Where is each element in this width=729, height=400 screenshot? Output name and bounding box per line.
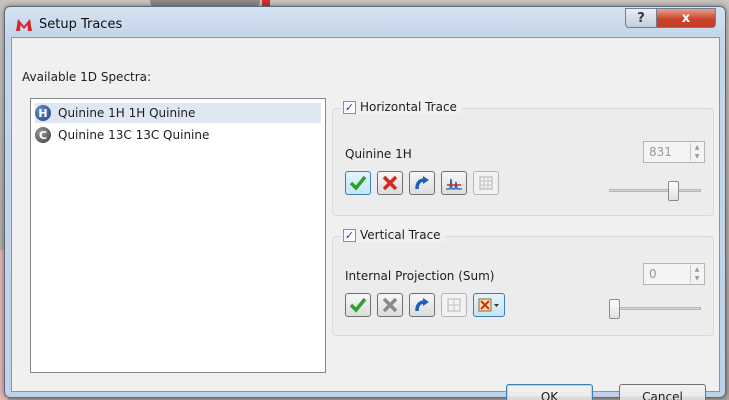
help-button[interactable]: ? xyxy=(625,8,657,28)
split-grid-icon xyxy=(447,298,461,312)
title-bar[interactable]: Setup Traces ? x xyxy=(5,7,725,37)
curved-arrow-icon xyxy=(415,176,429,190)
list-item[interactable]: H Quinine 1H 1H Quinine xyxy=(35,103,321,123)
close-icon: x xyxy=(681,10,691,26)
remove-trace-button[interactable] xyxy=(377,171,403,195)
ok-label: OK xyxy=(540,389,559,400)
horizontal-slider-track[interactable] xyxy=(609,189,701,192)
vertical-slider-handle[interactable] xyxy=(609,299,620,319)
spin-arrows[interactable]: ▲ ▼ xyxy=(690,143,703,161)
mnova-app-icon xyxy=(16,19,32,31)
vertical-trace-checkbox[interactable]: ✓ xyxy=(343,228,356,242)
projection-grid-icon xyxy=(478,298,499,312)
help-icon: ? xyxy=(637,10,645,26)
horizontal-trace-header: ✓ Horizontal Trace xyxy=(341,100,461,114)
ok-button[interactable]: OK xyxy=(506,384,593,400)
trace-split-button[interactable] xyxy=(441,293,467,317)
list-item-label: Quinine 1H 1H Quinine xyxy=(58,106,196,120)
vertical-trace-header: ✓ Vertical Trace xyxy=(341,228,445,242)
horizontal-trace-title: Horizontal Trace xyxy=(360,100,457,114)
available-spectra-label: Available 1D Spectra: xyxy=(22,70,152,84)
vertical-trace-group: ✓ Vertical Trace Internal Projection (Su… xyxy=(332,228,714,336)
spin-up-icon[interactable]: ▲ xyxy=(691,143,703,152)
spin-down-icon[interactable]: ▼ xyxy=(691,274,703,283)
vertical-trace-title: Vertical Trace xyxy=(360,228,441,242)
cancel-label: Cancel xyxy=(642,389,683,400)
window-title: Setup Traces xyxy=(39,17,123,32)
trace-peaks-button[interactable] xyxy=(441,171,467,195)
horizontal-slider-handle[interactable] xyxy=(668,181,680,201)
dialog-body: Available 1D Spectra: H Quinine 1H 1H Qu… xyxy=(11,37,720,400)
spin-arrows[interactable]: ▲ ▼ xyxy=(690,265,703,283)
vertical-slider-track[interactable] xyxy=(609,307,701,310)
list-item-label: Quinine 13C 13C Quinine xyxy=(58,128,210,142)
grid-settings-icon xyxy=(479,176,493,190)
remove-trace-button[interactable] xyxy=(377,293,403,317)
horizontal-trace-checkbox[interactable]: ✓ xyxy=(343,100,356,114)
spectra-list[interactable]: H Quinine 1H 1H Quinine C Quinine 13C 13… xyxy=(30,98,326,373)
accept-trace-button[interactable] xyxy=(345,293,371,317)
curved-arrow-icon xyxy=(415,298,429,312)
spin-down-icon[interactable]: ▼ xyxy=(691,152,703,161)
horizontal-point-value: 831 xyxy=(649,145,672,159)
vertical-point-spinbox[interactable]: 0 ▲ ▼ xyxy=(643,263,705,285)
horizontal-point-spinbox[interactable]: 831 ▲ ▼ xyxy=(643,141,705,163)
proton-spectrum-icon: H xyxy=(35,105,51,121)
trace-options-button[interactable] xyxy=(473,171,499,195)
redo-trace-button[interactable] xyxy=(409,293,435,317)
close-button[interactable]: x xyxy=(656,8,716,28)
projection-dropdown-button[interactable] xyxy=(473,293,505,317)
checkmark-icon xyxy=(349,297,367,313)
horizontal-trace-group: ✓ Horizontal Trace Quinine 1H 831 ▲ ▼ xyxy=(332,100,714,216)
cancel-button[interactable]: Cancel xyxy=(619,384,706,400)
redo-trace-button[interactable] xyxy=(409,171,435,195)
red-x-icon xyxy=(382,175,398,191)
accept-trace-button[interactable] xyxy=(345,171,371,195)
vertical-trace-name: Internal Projection (Sum) xyxy=(345,269,495,283)
checkmark-icon xyxy=(349,175,367,191)
vertical-point-value: 0 xyxy=(649,267,657,281)
spin-up-icon[interactable]: ▲ xyxy=(691,265,703,274)
peaks-icon xyxy=(446,178,462,190)
carbon-spectrum-icon: C xyxy=(35,127,51,143)
horizontal-trace-name: Quinine 1H xyxy=(345,147,412,161)
grey-x-icon xyxy=(382,297,398,313)
list-item[interactable]: C Quinine 13C 13C Quinine xyxy=(35,125,213,145)
setup-traces-dialog: Setup Traces ? x Available 1D Spectra: H… xyxy=(4,6,726,400)
